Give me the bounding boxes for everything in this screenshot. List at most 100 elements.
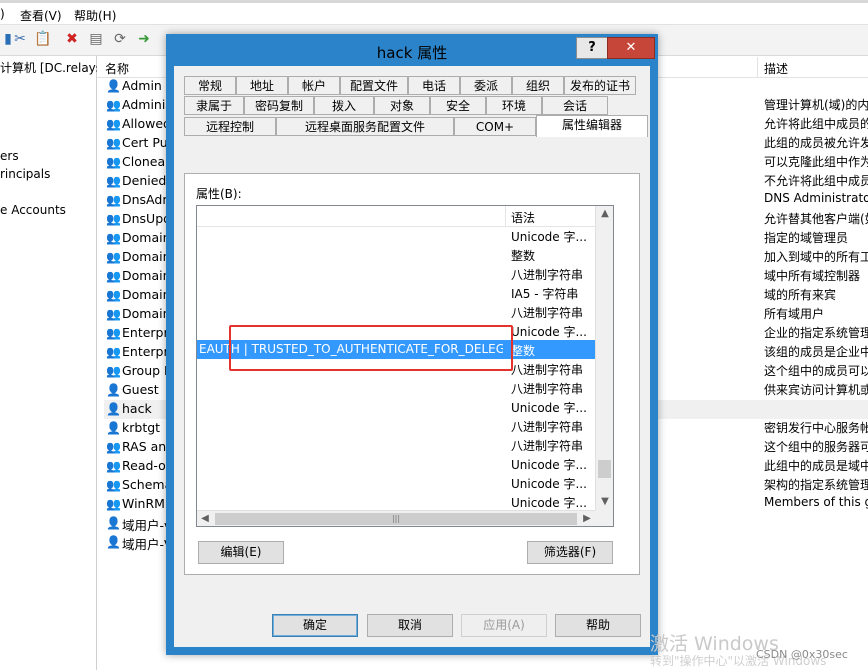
scroll-right-icon[interactable]: ▶ [579, 511, 595, 526]
list-item[interactable]: 👥 Denied [104, 172, 166, 191]
list-item[interactable]: 👥 Read-o [104, 457, 166, 476]
syntax-column-header[interactable]: 语法 [511, 209, 535, 226]
tab-tabs_row3-1[interactable]: 远程桌面服务配置文件 [276, 117, 454, 136]
tab-tabs_row1-3[interactable]: 配置文件 [340, 76, 408, 95]
dialog-body: 常规 地址 帐户 配置文件 电话 委派 组织 发布的证书隶属于 密码复制 拨入 对象 安全 环境 会话远程… [174, 66, 650, 647]
list-item[interactable]: 👥 Adminis [104, 96, 172, 115]
list-item-name: Read-o [122, 458, 166, 473]
tab-tabs_row1-4[interactable]: 电话 [408, 76, 460, 95]
list-item[interactable]: 👥 Enterpr [104, 343, 169, 362]
list-item-name: Domain [122, 287, 171, 302]
tab-tabs_row2-6[interactable]: 会话 [542, 96, 608, 115]
tab-tabs_row2-0[interactable]: 隶属于 [184, 96, 244, 115]
list-item[interactable]: 👤 域用户-v [104, 514, 171, 533]
list-item[interactable]: 👥 RAS and [104, 438, 174, 457]
list-item[interactable]: 👤 Guest [104, 381, 164, 400]
cut-icon[interactable]: ✂ [12, 31, 28, 47]
table-row[interactable]: Unicode 字... [197, 397, 595, 416]
list-item[interactable]: 👥 DnsUpd [104, 210, 171, 229]
user-icon: 👤 [106, 383, 121, 397]
export-icon[interactable]: ➜ [136, 31, 152, 47]
horizontal-scroll-thumb[interactable]: ||| [215, 513, 577, 525]
list-item-name: Cert Pul [122, 135, 172, 150]
table-row[interactable]: 整数 [197, 245, 595, 264]
dialog-close-button[interactable]: ✕ [607, 37, 655, 59]
tab-tabs_row1-0[interactable]: 常规 [184, 76, 236, 95]
list-item[interactable]: 👥 WinRMI [104, 495, 169, 514]
ok-button[interactable]: 确定 [272, 614, 358, 637]
tab-tabs_row1-5[interactable]: 委派 [460, 76, 512, 95]
list-item-name: Schema [122, 477, 173, 492]
attribute-syntax: 整数 [511, 249, 536, 263]
list-item[interactable]: 👥 Cloneab [104, 153, 173, 172]
group-icon: 👥 [106, 174, 121, 188]
paste-icon[interactable]: 📋 [34, 31, 51, 47]
list-item[interactable]: 👥 Group P [104, 362, 172, 381]
list-item[interactable]: 👥 Enterpr [104, 324, 169, 343]
list-item[interactable]: 👥 Domain [104, 229, 171, 248]
column-description[interactable]: 描述 [764, 60, 788, 77]
tab-tabs_row1-1[interactable]: 地址 [236, 76, 288, 95]
tab-tabs_row1-2[interactable]: 帐户 [288, 76, 340, 95]
tab-tabs_row1-7[interactable]: 发布的证书 [564, 76, 636, 95]
dialog-help-button[interactable]: ? [576, 37, 608, 59]
table-row[interactable]: Unicode 字... [197, 492, 595, 511]
refresh-icon[interactable]: ⟳ [112, 31, 128, 47]
tab-tabs_row2-1[interactable]: 密码复制 [244, 96, 314, 115]
column-name[interactable]: 名称 [105, 60, 129, 77]
tree-item-principals[interactable]: rincipals [0, 167, 50, 181]
table-row[interactable]: IA5 - 字符串 [197, 283, 595, 302]
table-row[interactable]: 八进制字符串 [197, 378, 595, 397]
delete-icon[interactable]: ✖ [64, 31, 80, 47]
cancel-button[interactable]: 取消 [367, 614, 453, 637]
tab-tabs_row2-4[interactable]: 安全 [430, 96, 486, 115]
user-icon: 👤 [106, 402, 121, 416]
list-item[interactable]: 👥 Cert Pul [104, 134, 171, 153]
table-row[interactable]: Unicode 字... [197, 454, 595, 473]
table-row[interactable]: 八进制字符串 [197, 416, 595, 435]
tab-tabs_row2-5[interactable]: 环境 [486, 96, 542, 115]
table-row[interactable]: Unicode 字... [197, 473, 595, 492]
edit-button[interactable]: 编辑(E) [198, 541, 284, 564]
menu-view[interactable]: 查看(V) [20, 7, 62, 24]
help-button[interactable]: 帮助 [555, 614, 641, 637]
tab-tabs_row3-2[interactable]: COM+ [454, 117, 536, 136]
list-item-name: 域用户-V [122, 537, 173, 552]
tree-item-domain[interactable]: 计算机 [DC.relays [0, 59, 102, 76]
scroll-up-icon[interactable]: ▲ [596, 206, 613, 222]
table-row[interactable]: Unicode 字... [197, 226, 595, 245]
list-item-name: Domain [122, 306, 171, 321]
apply-button[interactable]: 应用(A) [461, 614, 547, 637]
list-item[interactable]: 👥 Allowed [104, 115, 171, 134]
table-row[interactable]: 八进制字符串 [197, 264, 595, 283]
table-row[interactable]: 八进制字符串 [197, 435, 595, 454]
menu-help[interactable]: 帮助(H) [74, 7, 116, 24]
scroll-down-icon[interactable]: ▼ [596, 494, 613, 510]
list-item[interactable]: 👥 Domain [104, 248, 171, 267]
attribute-syntax: Unicode 字... [511, 496, 587, 510]
list-item[interactable]: 👥 Domain [104, 305, 171, 324]
list-item[interactable]: 👤 Admin [104, 77, 164, 96]
tree-item-accounts[interactable]: e Accounts [0, 203, 66, 217]
properties-dialog: hack 属性 ? ✕ 常规 地址 帐户 配置文件 电话 委派 组织 发布的证书 隶属于 密码复制… [166, 34, 658, 655]
properties-icon[interactable]: ▤ [88, 31, 104, 47]
list-item[interactable]: 👥 Schema [104, 476, 172, 495]
vertical-scroll-thumb[interactable] [598, 460, 611, 478]
tab-tabs_row2-2[interactable]: 拨入 [314, 96, 374, 115]
list-item[interactable]: 👥 Domain [104, 286, 171, 305]
tab-tabs_row2-3[interactable]: 对象 [374, 96, 430, 115]
table-row[interactable]: 八进制字符串 [197, 302, 595, 321]
scroll-left-icon[interactable]: ◀ [197, 511, 213, 526]
column-divider [757, 57, 758, 77]
horizontal-scrollbar[interactable]: ◀ ||| ▶ [197, 510, 595, 526]
list-item[interactable]: 👥 Domain [104, 267, 171, 286]
tab-tabs_row3-0[interactable]: 远程控制 [184, 117, 276, 136]
vertical-scrollbar[interactable]: ▲ ▼ [595, 206, 613, 510]
list-item[interactable]: 👥 DnsAdm [104, 191, 175, 210]
list-item[interactable]: 👤 krbtgt [104, 419, 164, 438]
tab-tabs_row1-6[interactable]: 组织 [512, 76, 564, 95]
filter-button[interactable]: 筛选器(F) [527, 541, 613, 564]
tab-tabs_row3-3[interactable]: 属性编辑器 [536, 115, 648, 137]
tree-item-users[interactable]: ers [0, 149, 19, 163]
list-item[interactable]: 👤 域用户-V [104, 533, 173, 552]
